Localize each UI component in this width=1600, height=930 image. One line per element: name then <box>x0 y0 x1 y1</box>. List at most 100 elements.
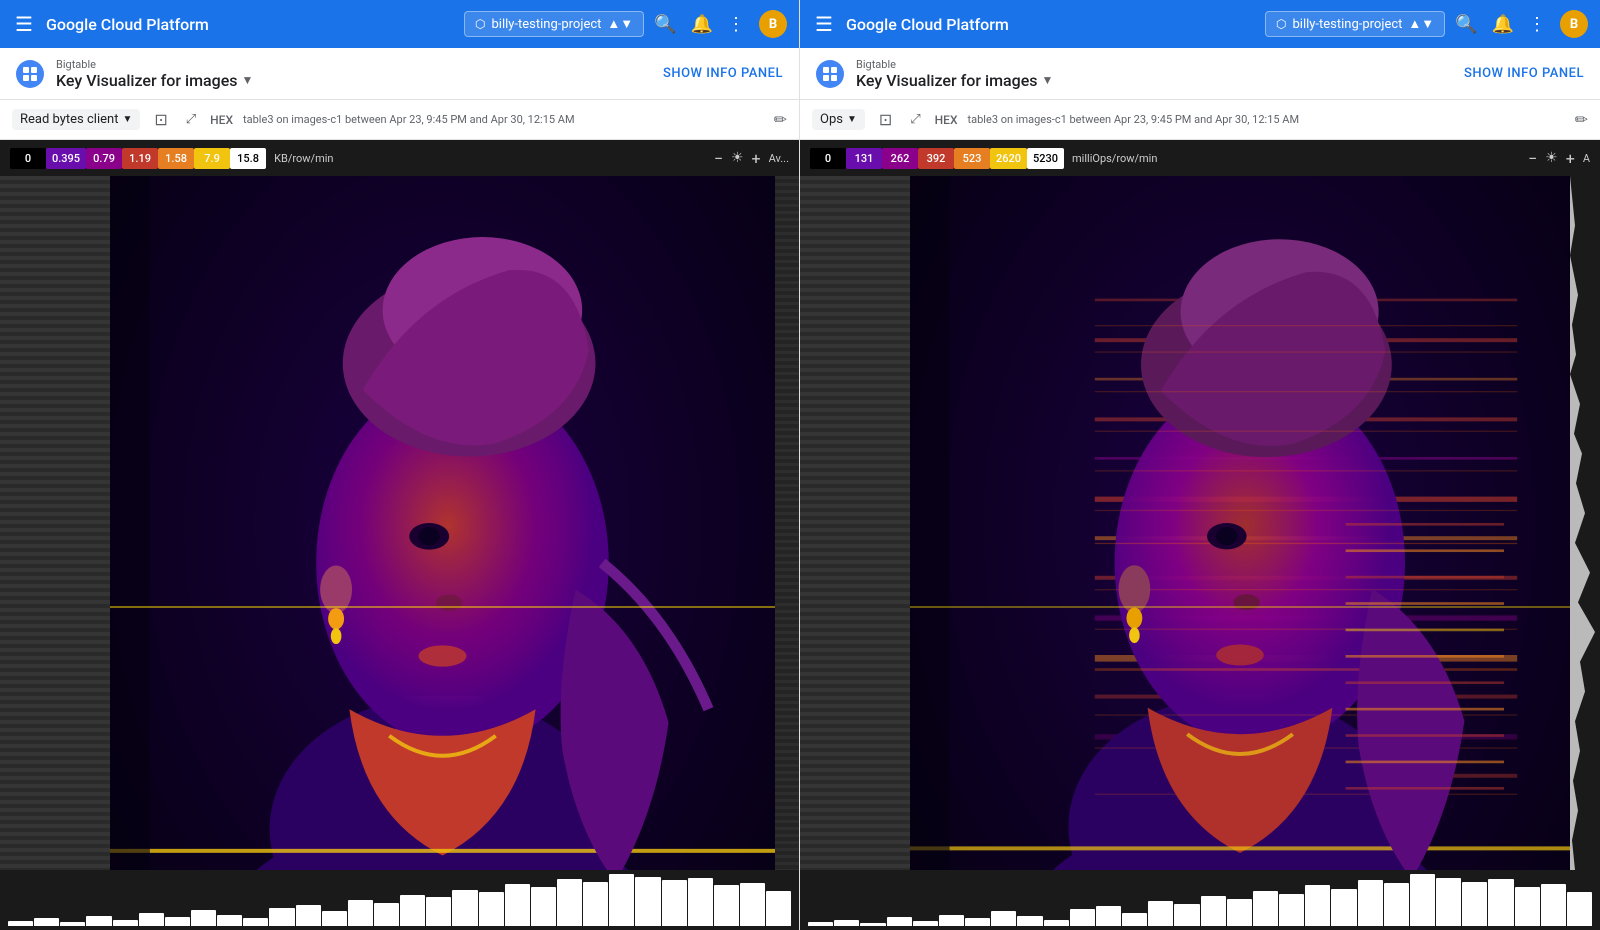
hbar <box>400 895 425 926</box>
left-legend-val-6: 15.8 <box>230 148 266 169</box>
right-row-strip <box>800 176 910 870</box>
hbar <box>609 874 634 926</box>
left-metric-chevron: ▼ <box>122 114 132 125</box>
left-axis-right <box>775 176 799 870</box>
hbar <box>1096 906 1121 926</box>
right-metric-chevron: ▼ <box>847 114 857 125</box>
right-subheader-text: Bigtable Key Visualizer for images ▼ <box>856 58 1053 90</box>
right-legend-val-2: 262 <box>882 148 918 169</box>
right-axis-left <box>800 176 910 870</box>
left-heatmap[interactable] <box>110 176 775 870</box>
right-project-chevron: ▲▼ <box>1408 16 1434 32</box>
left-project-selector[interactable]: ⬡ billy-testing-project ▲▼ <box>464 11 644 37</box>
left-title-chevron[interactable]: ▼ <box>242 73 254 87</box>
right-crop-icon[interactable]: ⊡ <box>875 106 896 133</box>
right-legend-controls: − ☀ + A <box>1528 149 1590 168</box>
hbar <box>1227 899 1252 926</box>
left-legend-controls: − ☀ + Av... <box>714 149 789 168</box>
right-legend-brightness[interactable]: ☀ <box>1545 150 1558 166</box>
right-legend-bar: 0 131 262 392 523 2620 5230 milliOps/row… <box>800 140 1600 176</box>
left-search-icon[interactable]: 🔍 <box>654 14 676 35</box>
hbar <box>296 905 321 926</box>
left-service-label: Bigtable <box>56 58 253 71</box>
left-expand-icon[interactable]: ⤢ <box>182 108 200 131</box>
left-axis-left <box>0 176 110 870</box>
hbar <box>1436 878 1461 926</box>
right-metric-label: Ops <box>820 112 843 127</box>
hbar <box>688 878 713 926</box>
left-legend-unit: KB/row/min <box>274 152 333 165</box>
left-subheader-text: Bigtable Key Visualizer for images ▼ <box>56 58 253 90</box>
hbar <box>1044 920 1069 926</box>
hbar <box>452 890 477 926</box>
hbar <box>165 917 190 926</box>
hbar <box>965 918 990 926</box>
right-heatmap[interactable] <box>910 176 1570 870</box>
left-legend-val-2: 0.79 <box>86 148 122 169</box>
left-legend-val-0: 0 <box>10 148 46 169</box>
right-legend-val-1: 131 <box>846 148 882 169</box>
left-legend-minus[interactable]: − <box>714 149 723 168</box>
hbar <box>243 918 268 926</box>
left-legend-plus[interactable]: + <box>752 149 761 168</box>
right-histogram-bars <box>808 874 1592 926</box>
hbar <box>8 921 33 926</box>
right-legend-plus[interactable]: + <box>1566 149 1575 168</box>
right-title-chevron[interactable]: ▼ <box>1042 73 1054 87</box>
right-project-selector[interactable]: ⬡ billy-testing-project ▲▼ <box>1265 11 1445 37</box>
left-legend-val-1: 0.395 <box>46 148 86 169</box>
left-crop-icon[interactable]: ⊡ <box>150 106 171 133</box>
right-histogram <box>800 870 1600 930</box>
right-panel: ☰ Google Cloud Platform ⬡ billy-testing-… <box>800 0 1600 930</box>
left-bell-icon[interactable]: 🔔 <box>691 14 713 35</box>
hbar <box>1279 894 1304 926</box>
right-legend-val-0: 0 <box>810 148 846 169</box>
right-navbar-icons: 🔍 🔔 ⋮ B <box>1455 10 1588 38</box>
right-legend-minus[interactable]: − <box>1528 149 1537 168</box>
right-metric-selector[interactable]: Ops ▼ <box>812 109 865 130</box>
left-page-title: Key Visualizer for images ▼ <box>56 71 253 90</box>
hbar <box>1148 901 1173 926</box>
hbar <box>635 877 660 926</box>
left-avatar[interactable]: B <box>759 10 787 38</box>
hbar <box>139 913 164 926</box>
right-legend-val-3: 392 <box>918 148 954 169</box>
hbar <box>1384 883 1409 926</box>
right-menu-icon[interactable]: ☰ <box>812 12 836 36</box>
right-show-info-panel[interactable]: SHOW INFO PANEL <box>1464 66 1584 81</box>
hbar <box>583 882 608 926</box>
right-navbar: ☰ Google Cloud Platform ⬡ billy-testing-… <box>800 0 1600 48</box>
left-dots-icon[interactable]: ⋮ <box>727 14 745 35</box>
hbar <box>1410 874 1435 926</box>
left-legend-val-4: 1.58 <box>158 148 194 169</box>
right-navbar-title: Google Cloud Platform <box>846 15 1255 34</box>
hbar <box>60 922 85 926</box>
left-show-info-panel[interactable]: SHOW INFO PANEL <box>663 66 783 81</box>
left-legend-brightness[interactable]: ☀ <box>731 150 744 166</box>
hbar <box>1358 880 1383 926</box>
left-legend-av: Av... <box>769 152 789 165</box>
hbar <box>191 910 216 926</box>
right-expand-icon[interactable]: ⤢ <box>906 108 924 131</box>
left-viz-area <box>0 176 799 870</box>
left-row-strip <box>0 176 110 870</box>
right-edit-icon[interactable]: ✏ <box>1575 110 1588 129</box>
hbar <box>887 917 912 926</box>
left-menu-icon[interactable]: ☰ <box>12 12 36 36</box>
right-dist-svg <box>1570 176 1600 870</box>
hbar <box>1488 879 1513 926</box>
hbar <box>1515 887 1540 926</box>
left-edit-icon[interactable]: ✏ <box>774 110 787 129</box>
hbar <box>479 892 504 926</box>
right-page-title: Key Visualizer for images ▼ <box>856 71 1053 90</box>
right-search-icon[interactable]: 🔍 <box>1455 14 1477 35</box>
hbar <box>86 916 111 926</box>
right-dots-icon[interactable]: ⋮ <box>1528 14 1546 35</box>
hbar <box>834 920 859 926</box>
left-metric-selector[interactable]: Read bytes client ▼ <box>12 109 140 130</box>
left-toolbar-info: table3 on images-c1 between Apr 23, 9:45… <box>243 113 764 126</box>
hbar <box>991 911 1016 926</box>
right-avatar[interactable]: B <box>1560 10 1588 38</box>
right-bell-icon[interactable]: 🔔 <box>1492 14 1514 35</box>
left-heatmap-svg <box>110 176 775 870</box>
